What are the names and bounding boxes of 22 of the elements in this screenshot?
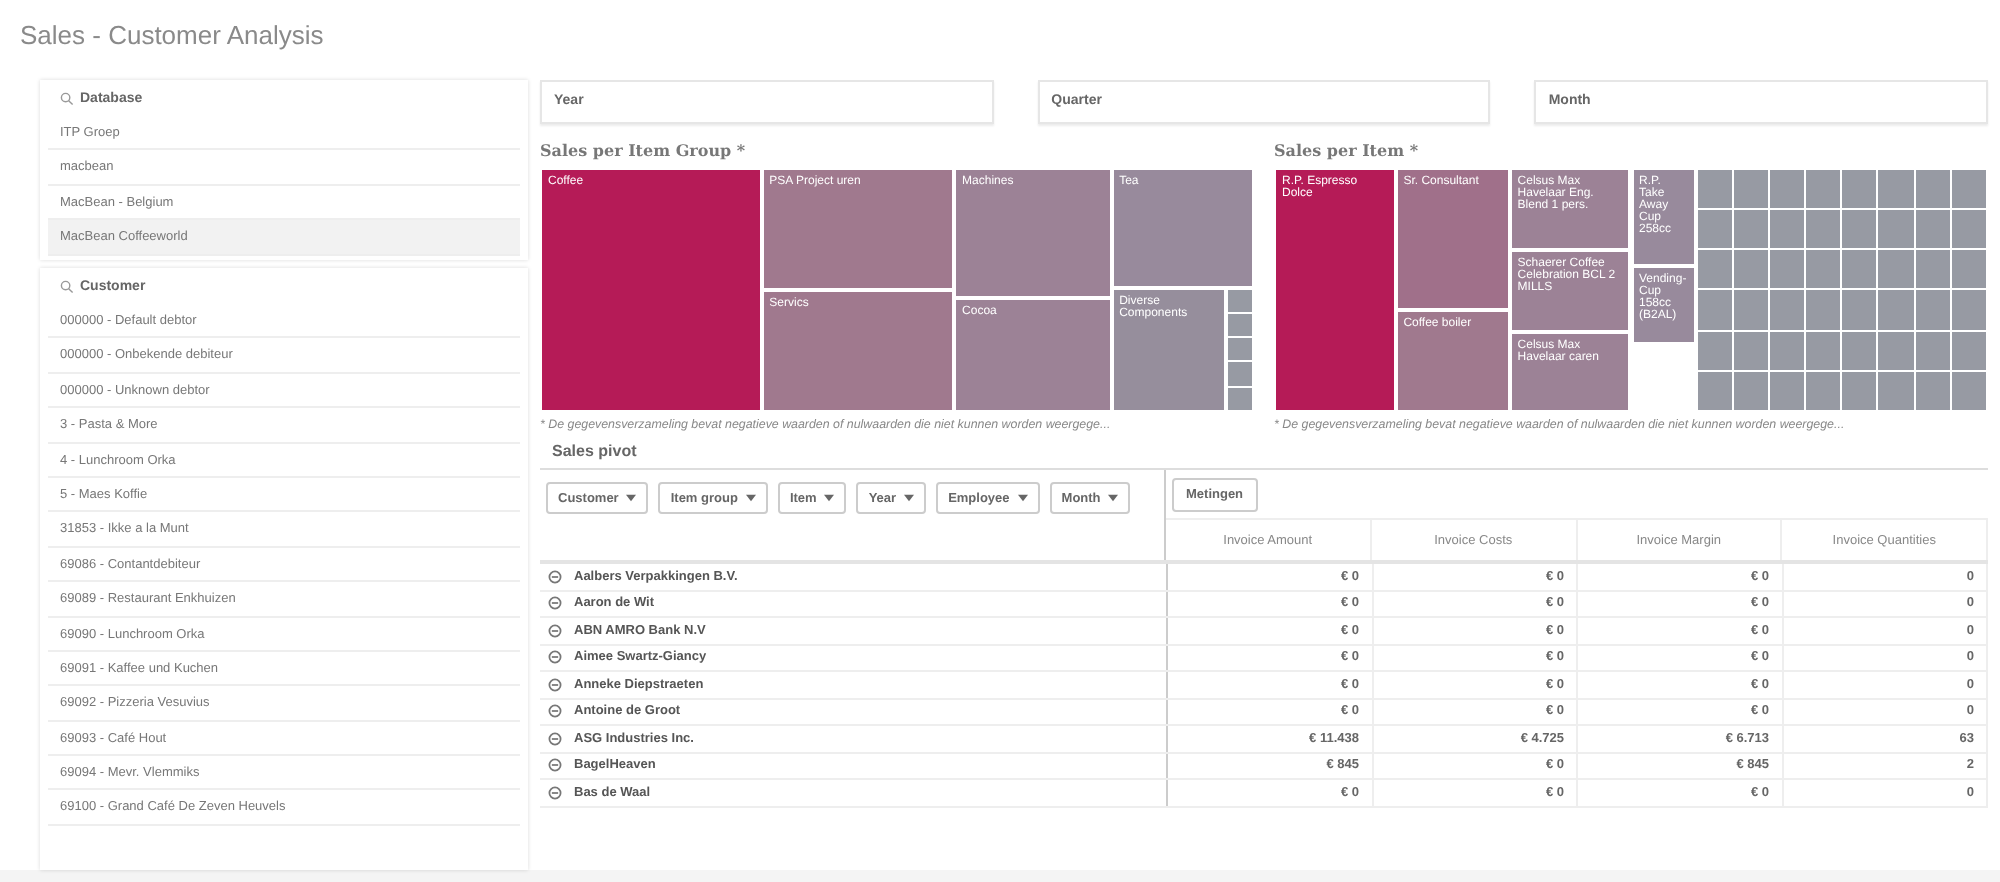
expand-icon[interactable] xyxy=(548,704,562,719)
caret-icon xyxy=(1017,494,1028,502)
caret-icon xyxy=(904,494,915,502)
search-icon xyxy=(60,91,74,105)
small-tiles-drawing xyxy=(1225,287,1254,412)
expand-icon[interactable] xyxy=(548,731,562,746)
expand-icon[interactable] xyxy=(548,758,562,773)
expand-icon[interactable] xyxy=(548,569,562,584)
expand-icon[interactable] xyxy=(548,650,562,665)
expand-icon[interactable] xyxy=(548,596,562,611)
caret-icon xyxy=(1108,494,1119,502)
search-icon xyxy=(60,279,74,293)
expand-icon[interactable] xyxy=(548,785,562,800)
expand-icon[interactable] xyxy=(548,677,562,692)
caret-icon xyxy=(824,494,835,502)
caret-icon xyxy=(745,494,756,502)
expand-icon[interactable] xyxy=(548,623,562,638)
caret-icon xyxy=(626,494,637,502)
sheet-title: Sales - Customer Analysis xyxy=(0,0,2000,68)
pivot-title: Sales pivot xyxy=(552,442,639,460)
chart-title: Sales per Item Group * xyxy=(540,140,748,164)
chart-title: Sales per Item * xyxy=(1274,140,1421,164)
